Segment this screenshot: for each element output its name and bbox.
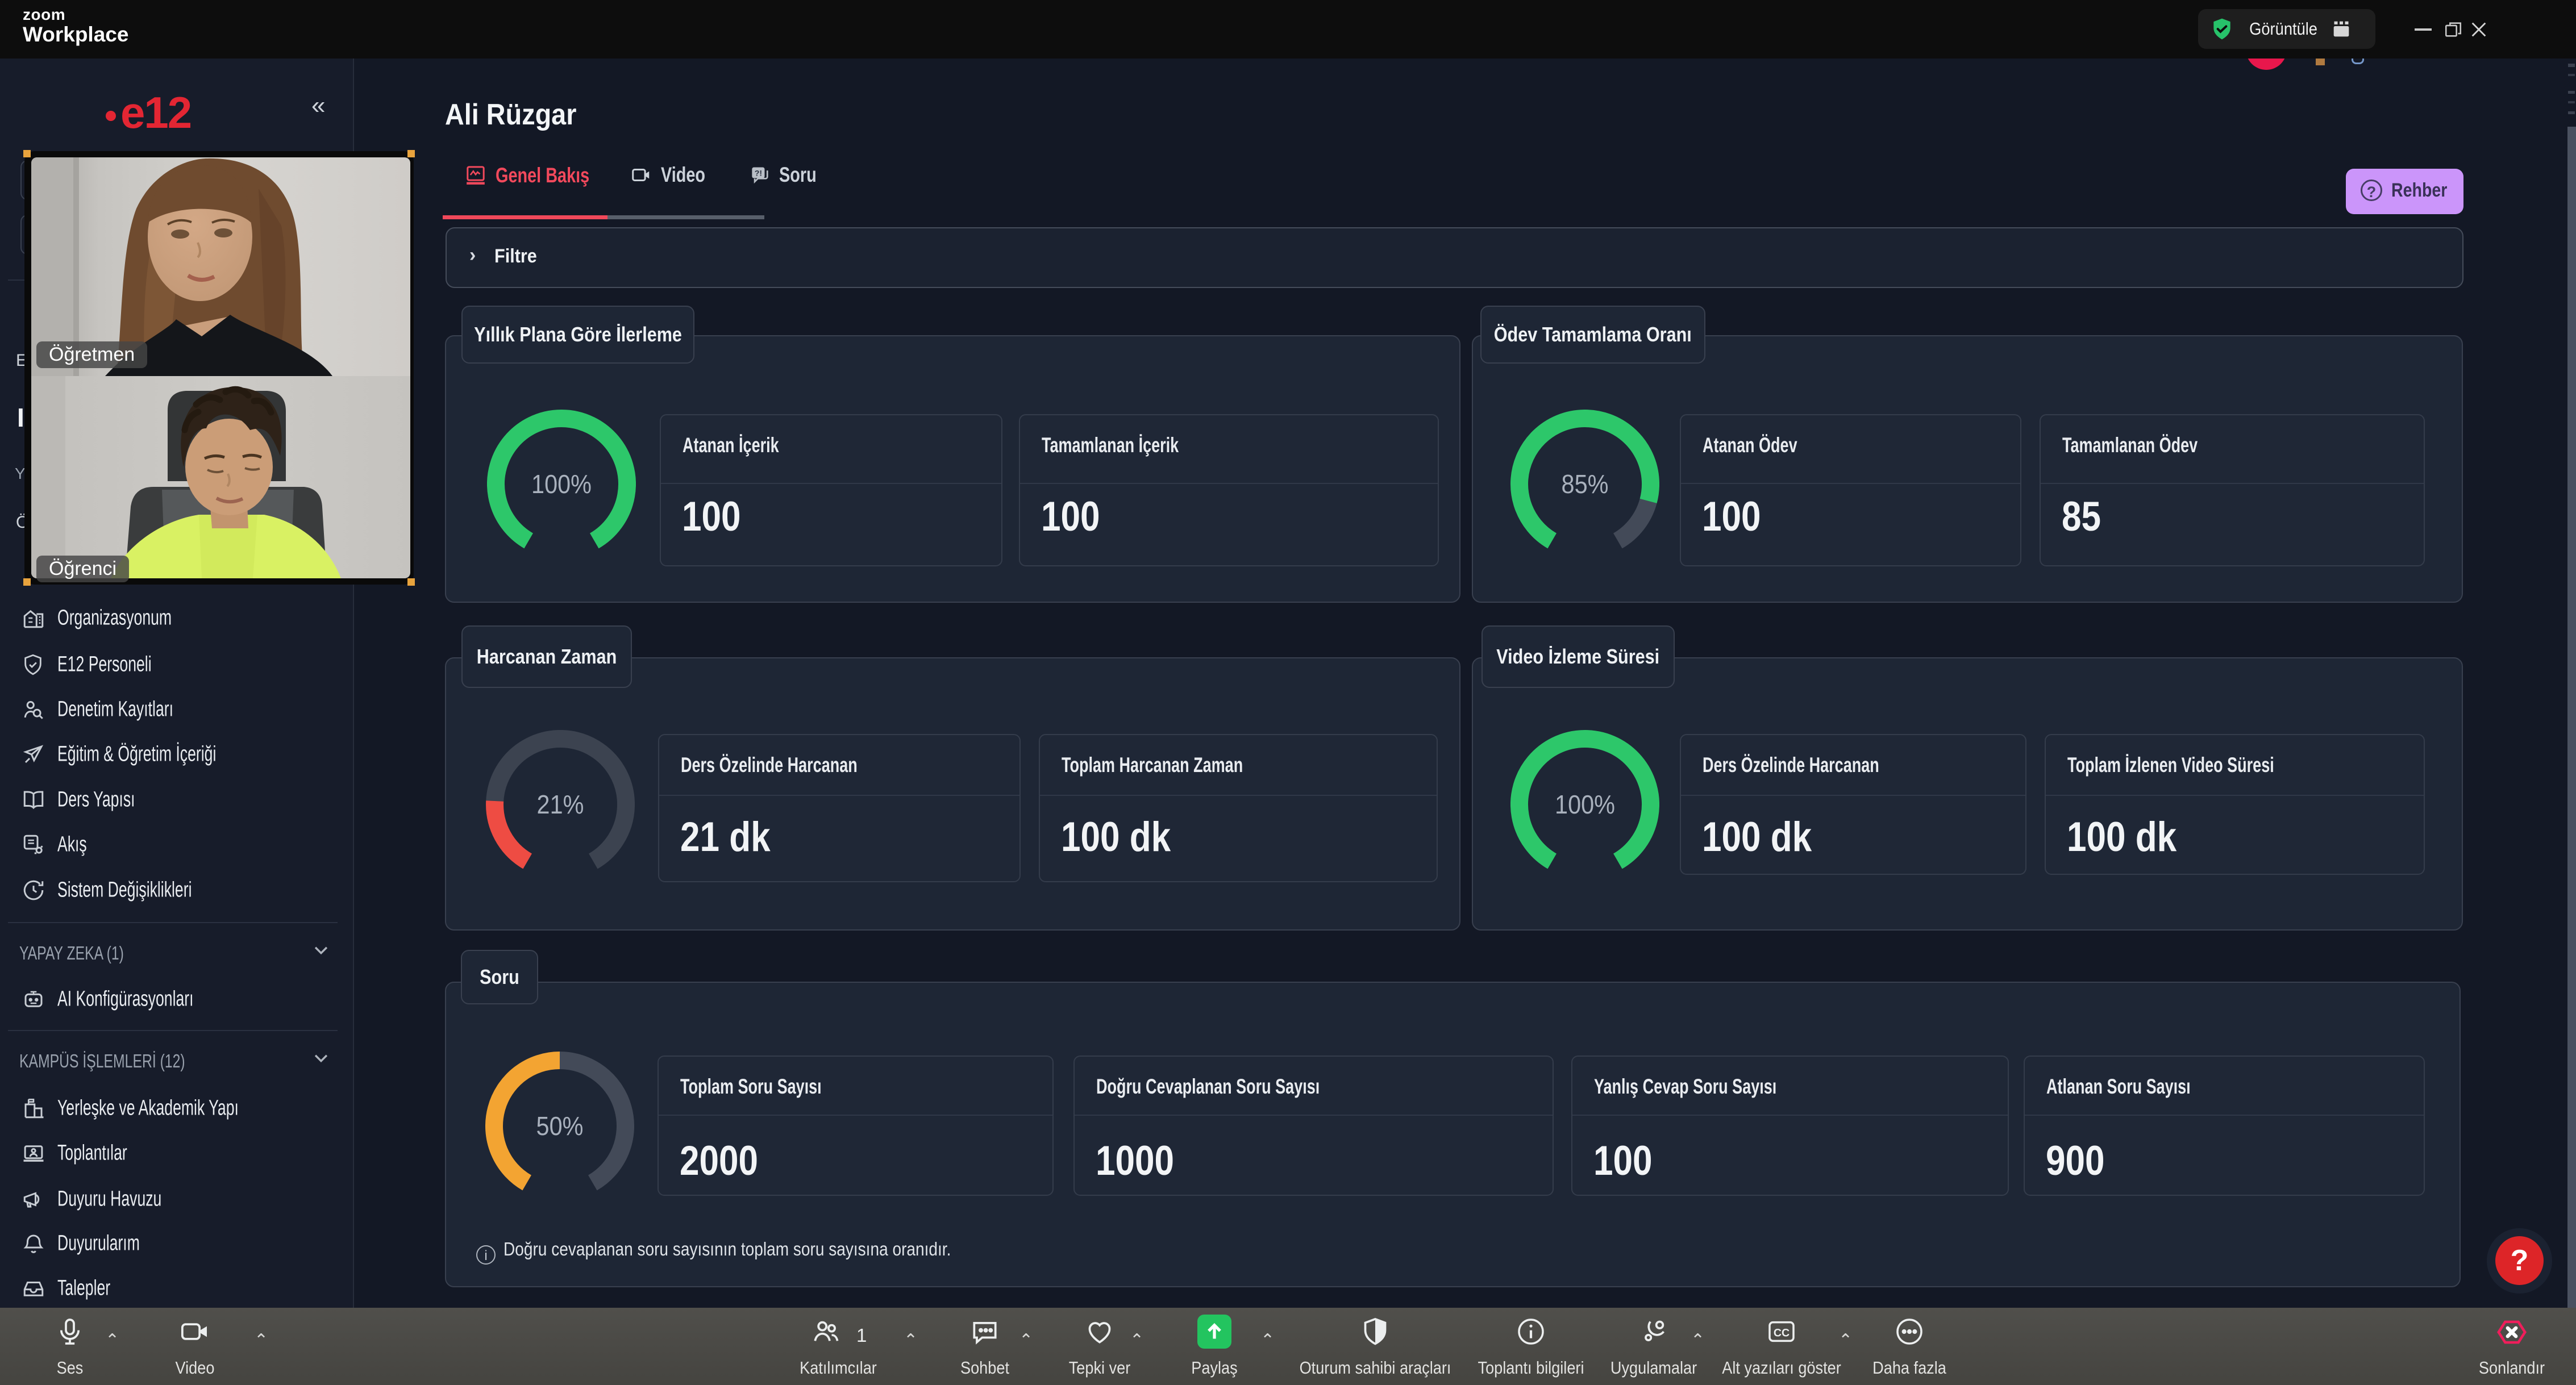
svg-text:?!: ?! bbox=[755, 169, 762, 178]
svg-text:CC: CC bbox=[1774, 1326, 1790, 1339]
